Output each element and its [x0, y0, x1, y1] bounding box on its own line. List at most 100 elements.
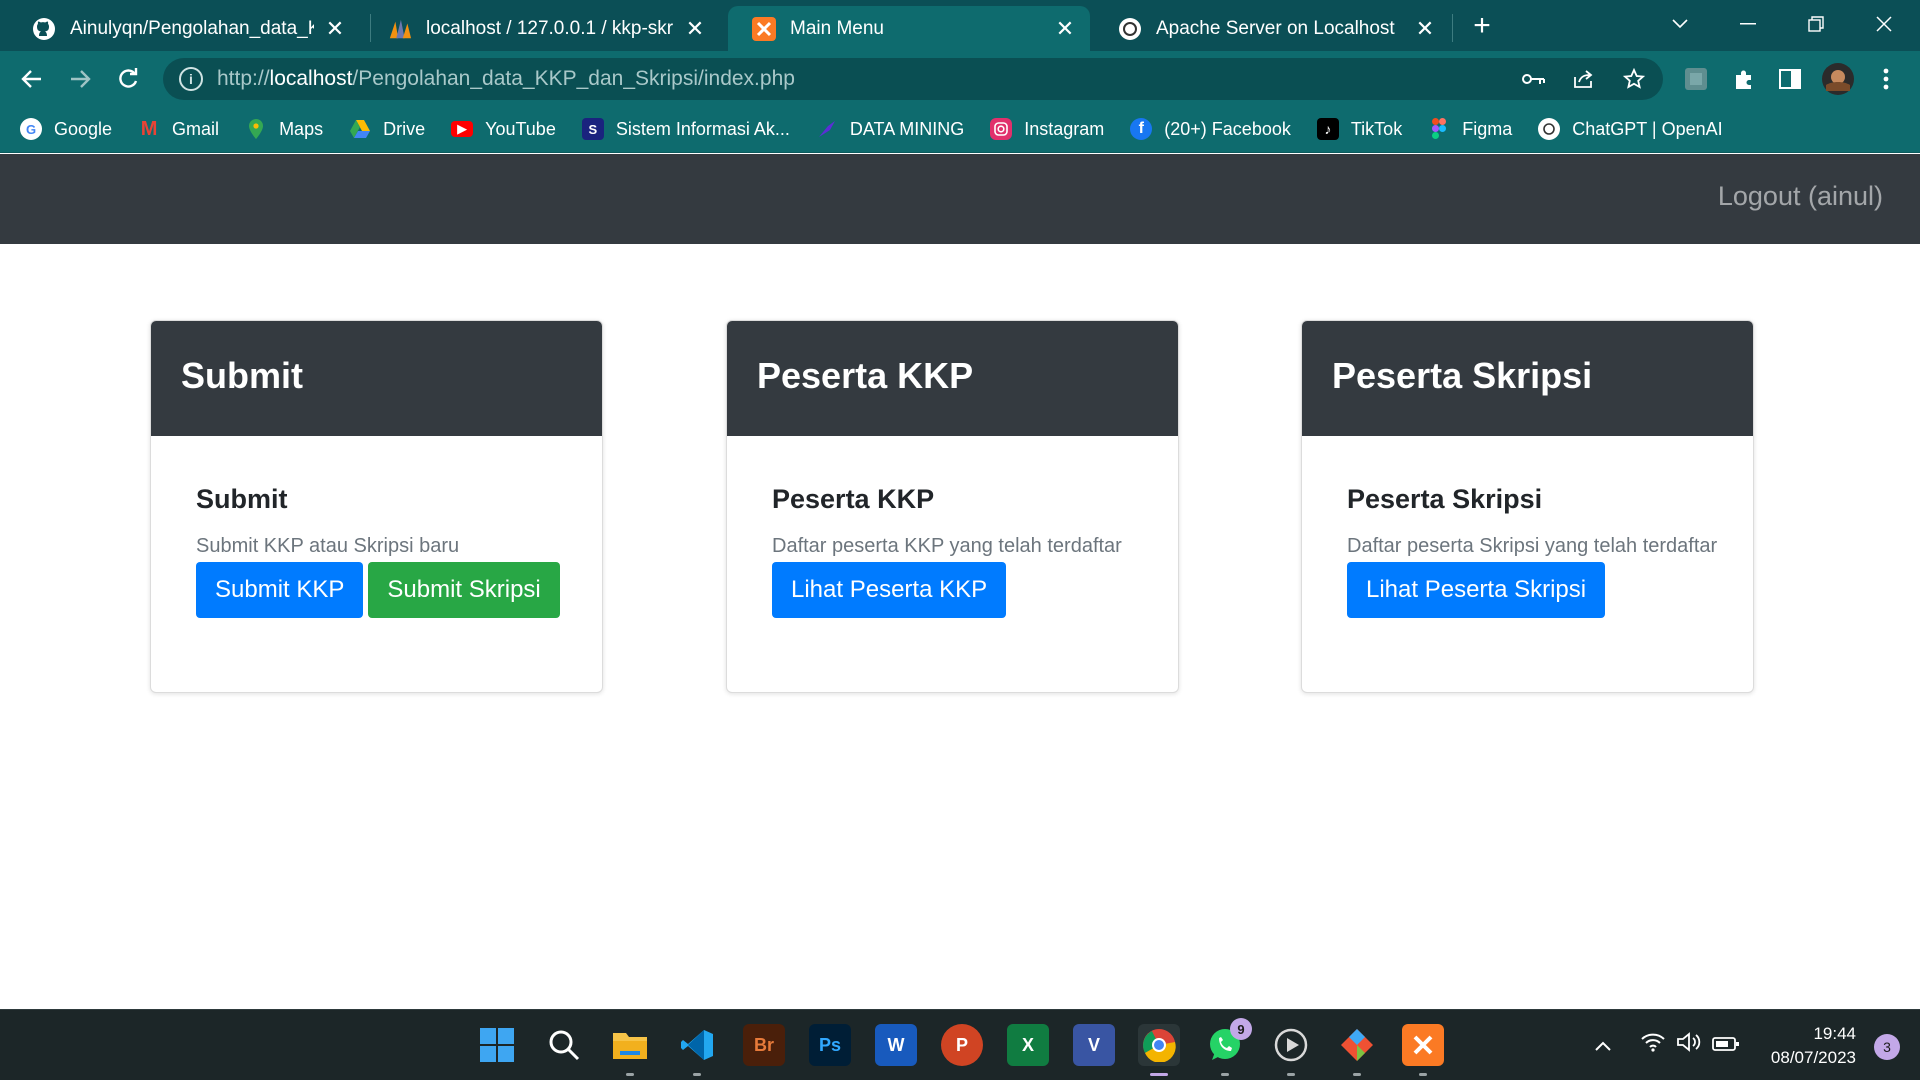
powerpoint-icon[interactable]: P — [941, 1024, 983, 1066]
tab-separator — [1452, 14, 1453, 42]
card-text: Daftar peserta KKP yang telah terdaftar — [772, 535, 1122, 557]
openai-icon — [1118, 17, 1142, 41]
browser-menu-icon[interactable] — [1866, 59, 1906, 99]
youtube-icon: ▶ — [451, 121, 474, 137]
close-tab-icon[interactable]: ✕ — [1412, 16, 1438, 42]
windows-start-icon[interactable] — [476, 1024, 518, 1066]
file-explorer-icon[interactable] — [609, 1024, 651, 1076]
card-title: Submit — [196, 484, 288, 514]
card-text: Submit KKP atau Skripsi baru — [196, 535, 460, 557]
bookmark-chatgpt[interactable]: ChatGPT | OpenAI — [1538, 118, 1723, 140]
lihat-peserta-kkp-button[interactable]: Lihat Peserta KKP — [772, 562, 1007, 618]
running-indicator — [1287, 1073, 1295, 1076]
url-text[interactable]: http://localhost/Pengolahan_data_KKP_dan… — [217, 67, 795, 91]
tab-main-menu[interactable]: Main Menu ✕ — [728, 6, 1090, 51]
photoshop-icon[interactable]: Ps — [809, 1024, 851, 1066]
running-indicator — [693, 1073, 701, 1076]
active-indicator — [1150, 1073, 1168, 1076]
visio-icon[interactable]: V — [1073, 1024, 1115, 1066]
browser-toolbar: i http://localhost/Pengolahan_data_KKP_d… — [0, 51, 1920, 106]
bookmark-gmail[interactable]: M Gmail — [138, 118, 219, 140]
excel-icon[interactable]: X — [1007, 1024, 1049, 1066]
system-clock[interactable]: 19:44 08/07/2023 — [1771, 1022, 1856, 1070]
share-icon[interactable] — [1569, 64, 1599, 94]
whatsapp-icon[interactable]: 9 — [1204, 1018, 1252, 1076]
running-indicator — [1419, 1073, 1427, 1076]
address-bar[interactable]: i http://localhost/Pengolahan_data_KKP_d… — [163, 58, 1663, 100]
bookmark-figma[interactable]: Figma — [1428, 118, 1512, 140]
drive-icon — [349, 118, 371, 140]
sia-icon: S — [581, 118, 604, 140]
bookmark-maps[interactable]: Maps — [245, 118, 323, 140]
submit-card: Submit Submit Submit KKP atau Skripsi ba… — [150, 320, 603, 693]
figma-icon — [1428, 118, 1450, 140]
side-panel-icon[interactable] — [1770, 59, 1810, 99]
vscode-icon[interactable] — [676, 1024, 718, 1076]
bookmarks-bar: G Google M Gmail Maps Drive ▶ YouTube S Sist… — [0, 106, 1920, 153]
profile-avatar[interactable] — [1818, 59, 1858, 99]
new-tab-button[interactable]: + — [1466, 9, 1498, 42]
xampp-icon[interactable] — [1402, 1024, 1444, 1076]
xampp-icon — [752, 16, 776, 41]
card-text: Daftar peserta Skripsi yang telah terdaf… — [1347, 535, 1718, 557]
close-window-button[interactable] — [1864, 6, 1904, 42]
page-navbar: Logout (ainul) — [0, 154, 1920, 244]
tab-apache[interactable]: Apache Server on Localhost ✕ — [1094, 6, 1450, 51]
bookmark-data-mining[interactable]: DATA MINING — [816, 118, 964, 140]
bookmark-drive[interactable]: Drive — [349, 118, 425, 140]
github-icon — [32, 17, 56, 41]
bookmark-google[interactable]: G Google — [20, 118, 112, 140]
reload-button[interactable] — [108, 59, 148, 99]
search-icon[interactable] — [543, 1024, 585, 1066]
site-info-icon[interactable]: i — [179, 67, 203, 91]
openai-icon — [1538, 118, 1561, 140]
media-player-icon[interactable] — [1270, 1024, 1312, 1076]
lihat-peserta-skripsi-button[interactable]: Lihat Peserta Skripsi — [1347, 562, 1606, 618]
wifi-icon[interactable] — [1640, 1032, 1666, 1058]
tab-title: Apache Server on Localhost — [1156, 17, 1395, 39]
logout-link[interactable]: Logout (ainul) — [1718, 181, 1883, 212]
peserta-kkp-card: Peserta KKP Peserta KKP Daftar peserta K… — [726, 320, 1179, 693]
bridge-icon[interactable]: Br — [743, 1024, 785, 1066]
peserta-skripsi-card: Peserta Skripsi Peserta Skripsi Daftar p… — [1301, 320, 1754, 693]
card-body: Peserta KKP Daftar peserta KKP yang tela… — [727, 436, 1178, 692]
tab-github[interactable]: Ainulyqn/Pengolahan_data_KKP_ ✕ — [8, 6, 360, 51]
close-tab-icon[interactable]: ✕ — [682, 16, 708, 42]
back-button[interactable] — [12, 59, 52, 99]
bookmark-instagram[interactable]: Instagram — [990, 118, 1104, 140]
extension-icon[interactable] — [1676, 59, 1716, 99]
bookmark-star-icon[interactable] — [1619, 64, 1649, 94]
forward-button[interactable] — [60, 59, 100, 99]
close-tab-icon[interactable]: ✕ — [1052, 16, 1078, 42]
running-indicator — [626, 1073, 634, 1076]
extensions-puzzle-icon[interactable] — [1724, 59, 1764, 99]
tray-chevron-up-icon[interactable] — [1594, 1032, 1612, 1058]
minimize-button[interactable] — [1728, 6, 1768, 42]
word-icon[interactable]: W — [875, 1024, 917, 1066]
running-indicator — [1353, 1073, 1361, 1076]
close-tab-icon[interactable]: ✕ — [322, 16, 348, 42]
windows-taskbar: Br Ps W P X V 9 19:44 08/07/2023 3 — [0, 1009, 1920, 1080]
chrome-icon[interactable] — [1138, 1024, 1180, 1076]
git-kraken-icon[interactable] — [1336, 1024, 1378, 1076]
key-icon[interactable] — [1519, 64, 1549, 94]
card-title: Peserta KKP — [772, 484, 935, 514]
volume-icon[interactable] — [1676, 1032, 1702, 1058]
tab-title: localhost / 127.0.0.1 / kkp-skripsi — [426, 17, 674, 39]
tab-title: Ainulyqn/Pengolahan_data_KKP_ — [70, 17, 314, 39]
clock-date: 08/07/2023 — [1770, 1048, 1856, 1067]
bookmark-sistem-informasi[interactable]: S Sistem Informasi Ak... — [581, 118, 790, 140]
bookmark-youtube[interactable]: ▶ YouTube — [451, 119, 556, 140]
notification-badge: 9 — [1230, 1018, 1252, 1040]
notification-center-badge[interactable]: 3 — [1874, 1034, 1900, 1060]
card-title: Peserta Skripsi — [1347, 484, 1543, 514]
submit-skripsi-button[interactable]: Submit Skripsi — [368, 562, 560, 618]
instagram-icon — [990, 118, 1013, 140]
restore-button[interactable] — [1796, 6, 1836, 42]
tab-search-chevron-icon[interactable] — [1660, 6, 1700, 42]
bookmark-tiktok[interactable]: ♪ TikTok — [1316, 118, 1402, 140]
bookmark-facebook[interactable]: f (20+) Facebook — [1130, 118, 1291, 140]
battery-icon[interactable] — [1712, 1032, 1740, 1058]
submit-kkp-button[interactable]: Submit KKP — [196, 562, 364, 618]
tab-phpmyadmin[interactable]: localhost / 127.0.0.1 / kkp-skripsi ✕ — [364, 6, 720, 51]
